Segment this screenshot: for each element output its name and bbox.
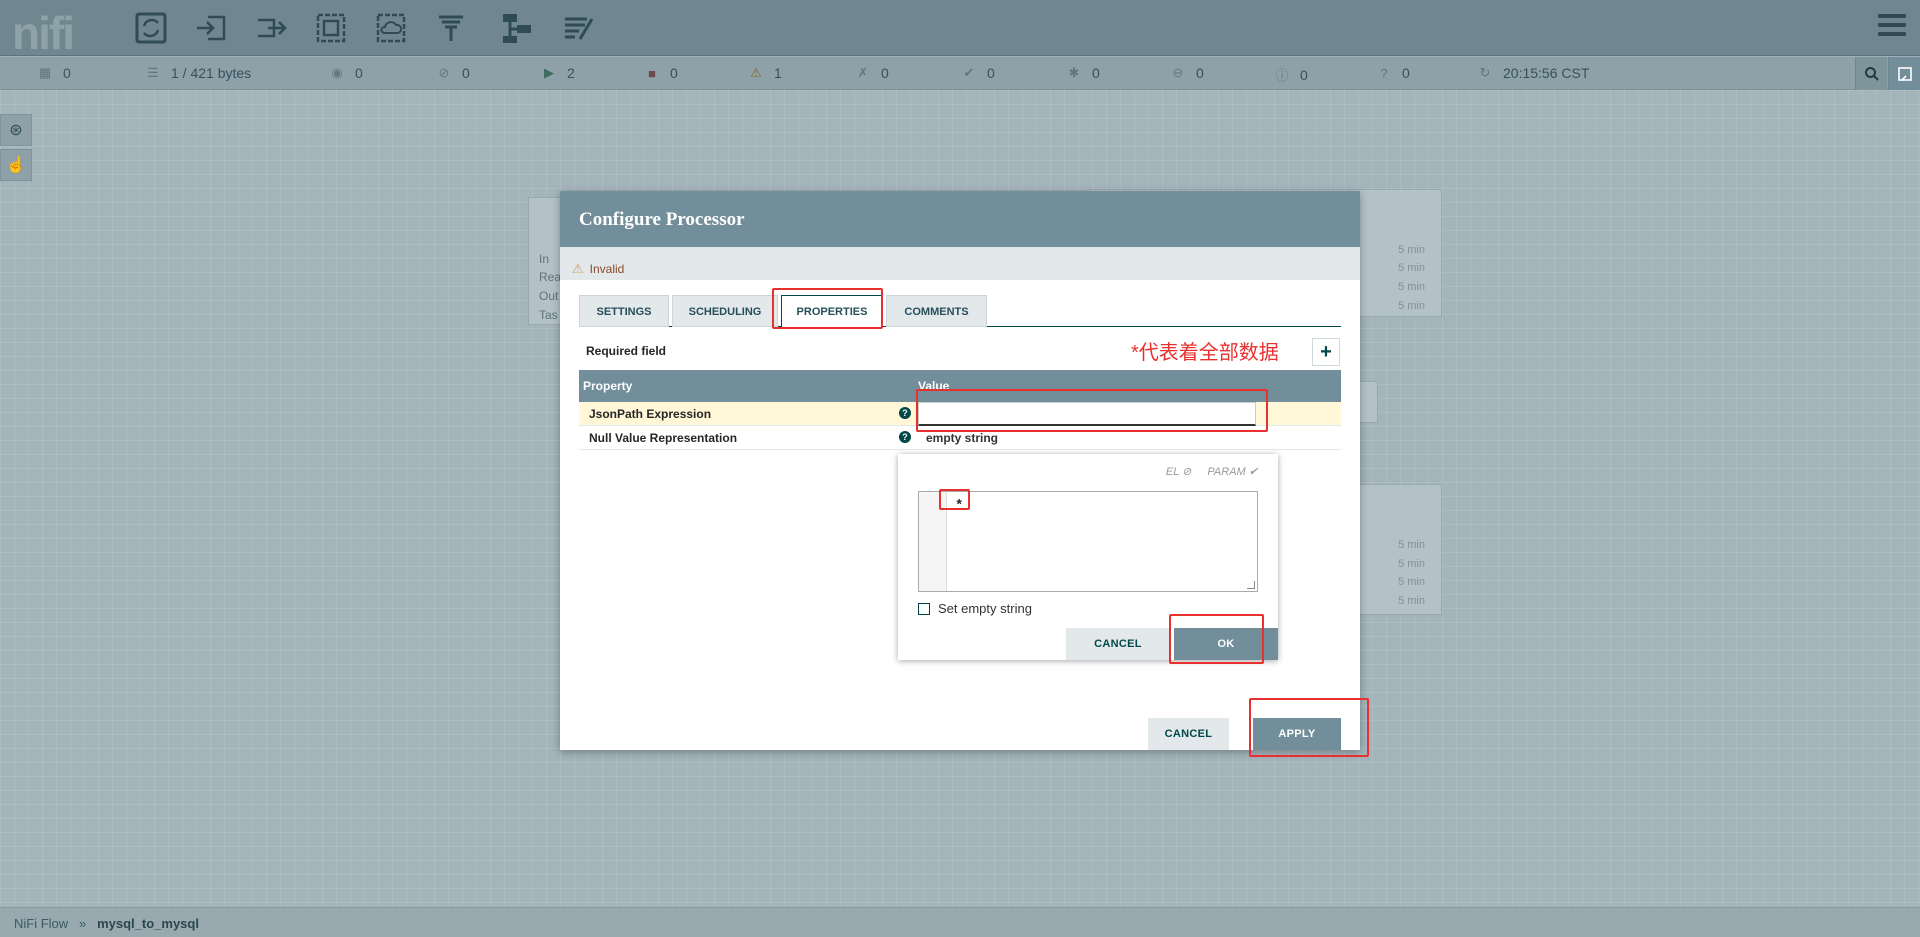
property-value-editor: EL ⊘ PARAM ✔ * Set empty string CANCEL O… (898, 454, 1278, 660)
value-text: * (955, 498, 964, 514)
required-field-label: Required field (586, 344, 667, 358)
global-menu-icon[interactable] (1878, 14, 1906, 40)
cancel-button[interactable]: CANCEL (1148, 718, 1229, 750)
help-icon[interactable]: ? (899, 407, 911, 419)
queued-status: ☰ 1 / 421 bytes (145, 65, 251, 81)
search-icon (1864, 66, 1879, 81)
breadcrumb-separator: » (79, 916, 87, 931)
stale-status: ⊖ 0 (1170, 65, 1204, 81)
annotation-text: *代表着全部数据 (1131, 342, 1279, 364)
param-indicator: PARAM ✔ (1207, 466, 1258, 478)
editor-ok-button[interactable]: OK (1174, 628, 1278, 660)
editor-cancel-button[interactable]: CANCEL (1066, 628, 1170, 660)
question-icon: ? (1380, 65, 1388, 81)
warning-icon: ⚠ (572, 260, 584, 276)
compass-icon: ⊛ (9, 122, 23, 139)
processor-icon[interactable] (133, 10, 169, 46)
transmitting-status: ◉ 0 (329, 65, 362, 81)
up-to-date-status: ✔ 0 (961, 65, 995, 81)
property-value-input[interactable] (918, 402, 1256, 426)
running-status: ▶ 2 (541, 65, 575, 81)
nifi-logo: nifi (12, 7, 75, 59)
search-button[interactable] (1855, 57, 1887, 90)
navigate-button[interactable]: ⊛ (0, 114, 32, 146)
add-property-button[interactable]: + (1312, 338, 1340, 366)
queue-icon: ☰ (147, 65, 159, 80)
property-column-header: Property (583, 379, 633, 393)
check-icon: ✔ (963, 65, 975, 80)
value-column-header: Value (918, 379, 950, 393)
help-icon[interactable]: ? (899, 431, 911, 443)
locally-modified-stale-status: ⓘ 0 (1275, 66, 1308, 84)
transmitting-icon: ◉ (331, 65, 343, 80)
set-empty-string-checkbox[interactable] (918, 602, 930, 615)
template-icon[interactable] (499, 10, 535, 46)
refresh-icon[interactable]: ↻ (1477, 65, 1493, 81)
apply-button[interactable]: APPLY (1253, 718, 1341, 750)
value-textarea[interactable]: * (918, 491, 1258, 592)
tab-properties[interactable]: PROPERTIES (781, 295, 883, 328)
stale-icon: ⊖ (1172, 65, 1184, 80)
breadcrumb-root[interactable]: NiFi Flow (14, 916, 68, 931)
not-transmitting-icon: ⊘ (438, 65, 450, 80)
property-name: Null Value Representation (589, 431, 738, 445)
stopped-status: ■ 0 (644, 65, 678, 81)
disabled-icon: ✗ (857, 65, 869, 80)
invalid-status: ⚠ 1 (748, 65, 782, 81)
bulletin-button[interactable] (1888, 57, 1920, 90)
disabled-status: ✗ 0 (855, 65, 889, 81)
line-gutter (919, 492, 947, 591)
output-port-icon[interactable] (253, 10, 289, 46)
tab-scheduling[interactable]: SCHEDULING (672, 295, 778, 327)
plus-icon: + (1320, 340, 1332, 363)
breadcrumb: NiFi Flow » mysql_to_mysql (0, 907, 1920, 937)
funnel-icon[interactable] (433, 10, 469, 46)
el-indicator: EL ⊘ (1165, 466, 1192, 478)
cluster-status: ▦ 0 (38, 65, 71, 81)
tab-bar: SETTINGS SCHEDULING PROPERTIES COMMENTS (579, 295, 1341, 328)
table-row[interactable]: JsonPath Expression ? (579, 402, 1341, 426)
invalid-banner: ⚠ Invalid (560, 247, 1360, 280)
connection-label-ghost[interactable] (1358, 381, 1378, 423)
resize-handle[interactable] (1247, 581, 1255, 589)
breadcrumb-current[interactable]: mysql_to_mysql (97, 916, 199, 931)
top-toolbar: nifi (0, 0, 1920, 59)
locally-modified-status: ✱ 0 (1066, 65, 1100, 81)
warning-icon: ⚠ (750, 65, 762, 80)
label-icon[interactable] (561, 10, 597, 46)
tab-settings[interactable]: SETTINGS (579, 295, 669, 327)
properties-table: Property Value JsonPath Expression ? Nul… (579, 370, 1341, 450)
operate-button[interactable]: ☝ (0, 149, 32, 181)
input-port-icon[interactable] (193, 10, 229, 46)
tab-comments[interactable]: COMMENTS (886, 295, 987, 327)
asterisk-icon: ✱ (1068, 65, 1080, 80)
property-name: JsonPath Expression (589, 407, 712, 421)
info-icon: ⓘ (1275, 68, 1289, 83)
table-row[interactable]: Null Value Representation ? empty string (579, 426, 1341, 450)
not-transmitting-status: ⊘ 0 (436, 65, 470, 81)
bulletin-icon (1897, 66, 1912, 81)
process-group-icon[interactable] (313, 10, 349, 46)
table-header: Property Value (579, 370, 1341, 402)
dialog-title: Configure Processor (560, 191, 1360, 247)
remote-process-group-icon[interactable] (373, 10, 409, 46)
hand-pointer-icon: ☝ (6, 157, 26, 174)
set-empty-string-option[interactable]: Set empty string (918, 601, 1032, 616)
property-value[interactable]: empty string (926, 431, 998, 445)
play-icon: ▶ (544, 65, 554, 80)
cluster-icon: ▦ (38, 65, 52, 80)
el-param-indicators: EL ⊘ PARAM ✔ (1166, 465, 1258, 478)
status-bar: ▦ 0 ☰ 1 / 421 bytes ◉ 0 ⊘ 0 ▶ 2 ■ 0 ⚠ 1 ✗ 0 ✔ 0 ✱… (0, 57, 1920, 90)
sync-failure-status: ? 0 (1376, 65, 1409, 81)
refresh-status[interactable]: ↻ 20:15:56 CST (1477, 65, 1590, 81)
stop-icon: ■ (648, 65, 656, 81)
